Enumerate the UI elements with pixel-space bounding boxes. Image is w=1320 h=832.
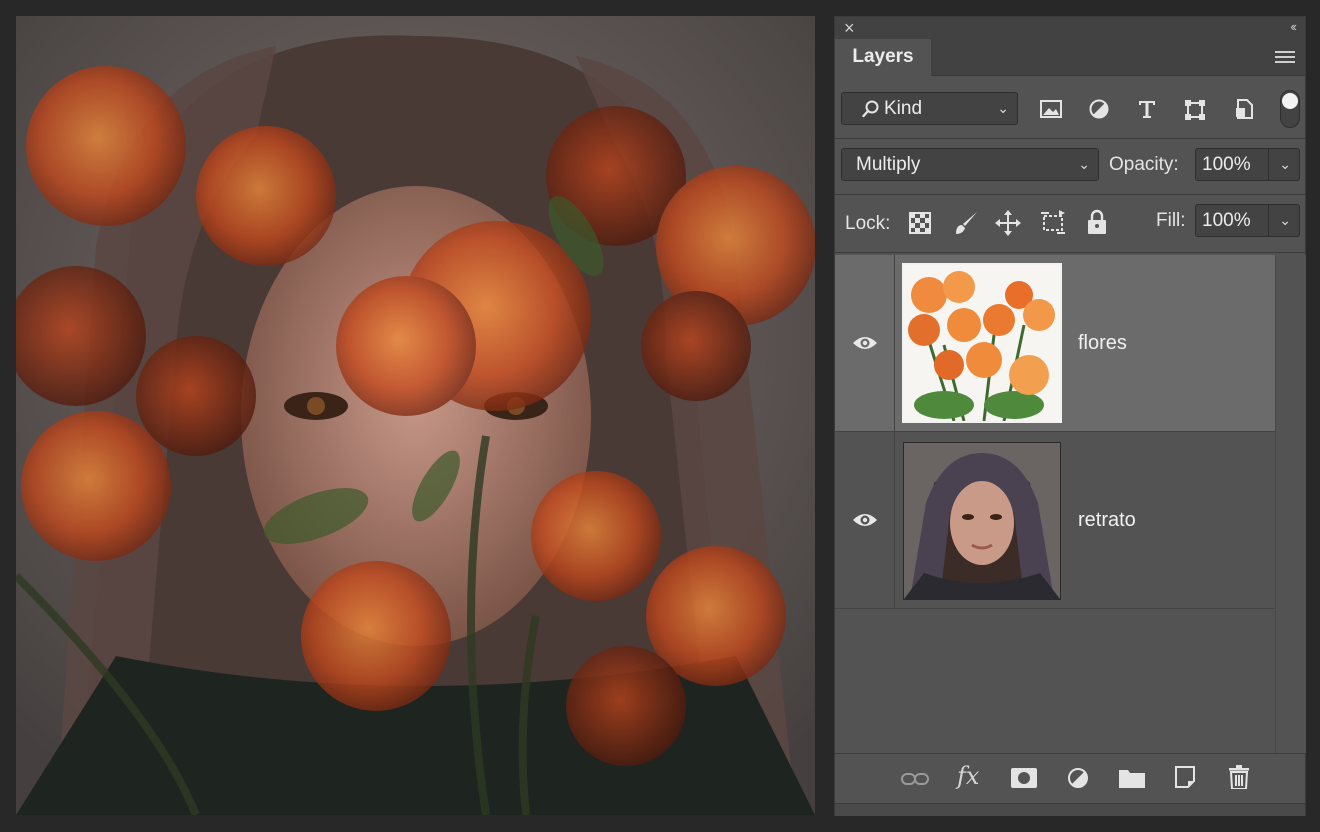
lock-label: Lock: bbox=[845, 213, 891, 234]
image-filter-icon[interactable] bbox=[1040, 100, 1062, 118]
tab-layers[interactable]: Layers bbox=[835, 39, 931, 76]
fx-icon[interactable]: fx bbox=[957, 762, 979, 790]
visibility-toggle[interactable] bbox=[835, 432, 895, 608]
lock-position-icon[interactable] bbox=[995, 210, 1021, 236]
close-panel-icon[interactable]: × bbox=[844, 19, 855, 37]
filter-kind-label: Kind bbox=[884, 98, 923, 119]
layers-bottom-toolbar: fx bbox=[835, 753, 1305, 804]
filter-kind-dropdown[interactable]: Kind ⌄ bbox=[841, 92, 1018, 125]
opacity-value: 100% bbox=[1202, 154, 1251, 175]
fill-field[interactable]: 100% ⌄ bbox=[1195, 204, 1300, 237]
lock-artboard-icon[interactable] bbox=[1039, 210, 1067, 236]
flowers-thumbnail-image bbox=[904, 265, 1060, 421]
fill-value: 100% bbox=[1202, 210, 1251, 231]
layers-list: flores retrato bbox=[835, 255, 1275, 613]
group-folder-icon[interactable] bbox=[1119, 768, 1145, 788]
layer-name[interactable]: retrato bbox=[1078, 432, 1136, 609]
layer-thumbnail[interactable] bbox=[902, 263, 1062, 423]
blend-mode-dropdown[interactable]: Multiply ⌄ bbox=[841, 148, 1099, 181]
adjustment-filter-icon[interactable] bbox=[1089, 99, 1109, 119]
lock-transparent-icon[interactable] bbox=[909, 212, 931, 234]
composite-image bbox=[16, 16, 815, 815]
layer-row-retrato[interactable]: retrato bbox=[835, 432, 1275, 609]
collapse-panel-icon[interactable]: ‹‹ bbox=[1290, 19, 1297, 34]
panel-header: × ‹‹ bbox=[835, 17, 1305, 39]
opacity-field[interactable]: 100% ⌄ bbox=[1195, 148, 1300, 181]
chevron-down-icon[interactable]: ⌄ bbox=[1279, 149, 1291, 180]
mask-icon[interactable] bbox=[1011, 768, 1037, 788]
panel-resize-grip[interactable] bbox=[835, 803, 1305, 816]
type-filter-icon[interactable] bbox=[1137, 99, 1157, 119]
chevron-down-icon[interactable]: ⌄ bbox=[1279, 205, 1291, 236]
layer-row-flores[interactable]: flores bbox=[835, 255, 1275, 432]
trash-icon[interactable] bbox=[1229, 765, 1249, 789]
adjustment-layer-icon[interactable] bbox=[1067, 767, 1089, 789]
panel-tab-bar: Layers bbox=[835, 39, 1305, 76]
portrait-thumbnail-image bbox=[904, 443, 1060, 599]
lock-all-icon[interactable] bbox=[1087, 209, 1107, 235]
panel-menu-icon[interactable] bbox=[1275, 51, 1295, 66]
new-layer-icon[interactable] bbox=[1175, 766, 1195, 788]
smart-object-filter-icon[interactable] bbox=[1234, 98, 1254, 120]
layer-name[interactable]: flores bbox=[1078, 255, 1127, 432]
chevron-down-icon: ⌄ bbox=[1078, 156, 1090, 172]
search-icon bbox=[862, 100, 879, 118]
fill-label: Fill: bbox=[1156, 210, 1186, 231]
visibility-toggle[interactable] bbox=[835, 255, 895, 431]
eye-icon bbox=[853, 514, 877, 526]
opacity-label: Opacity: bbox=[1109, 154, 1179, 175]
blend-mode-value: Multiply bbox=[856, 154, 921, 175]
layer-thumbnail[interactable] bbox=[903, 442, 1061, 600]
layers-panel: × ‹‹ Layers Kind ⌄ Multiply ⌄ Opacity: 1… bbox=[834, 16, 1306, 816]
layers-scrollbar[interactable] bbox=[1275, 255, 1306, 753]
lock-image-icon[interactable] bbox=[953, 210, 979, 236]
filter-toggle-switch[interactable] bbox=[1280, 90, 1300, 128]
document-canvas[interactable] bbox=[16, 16, 815, 815]
chevron-down-icon: ⌄ bbox=[997, 100, 1009, 116]
eye-icon bbox=[853, 337, 877, 349]
shape-filter-icon[interactable] bbox=[1184, 99, 1206, 121]
link-layers-icon[interactable] bbox=[901, 772, 929, 786]
